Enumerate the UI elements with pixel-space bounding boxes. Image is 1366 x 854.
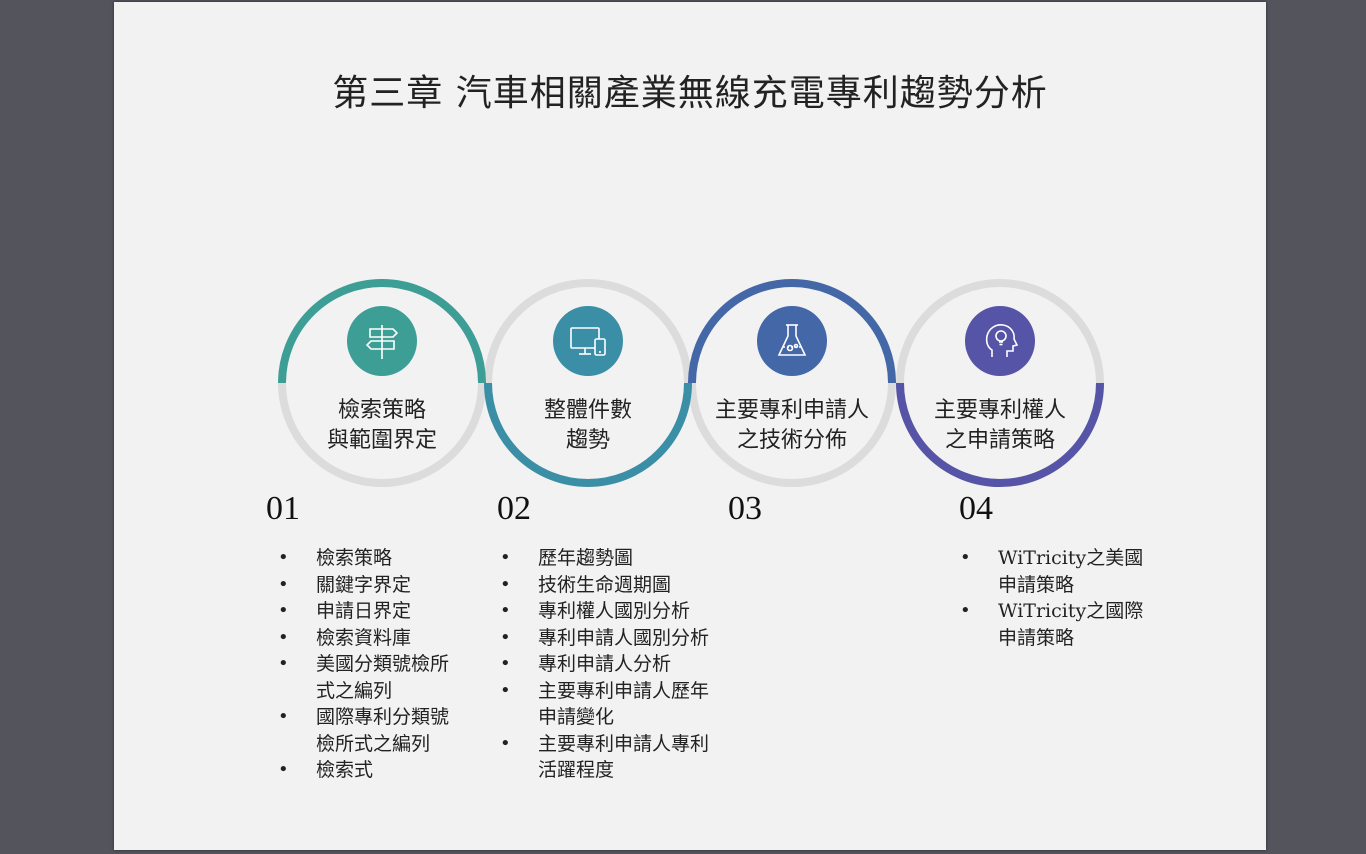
step-1-label: 檢索策略 與範圍界定 (287, 396, 477, 456)
list-item: 專利權人國別分析 (486, 598, 709, 625)
step-2-label-line2: 趨勢 (565, 428, 610, 453)
list-item: 國際專利分類號 檢所式之編列 (264, 704, 449, 757)
step-2-bullet-list: 歷年趨勢圖 技術生命週期圖 專利權人國別分析 專利申請人國別分析 專利申請人分析… (486, 545, 709, 784)
list-item: WiTricity之美國 申請策略 (946, 545, 1143, 598)
flask-icon (757, 306, 827, 376)
list-item: 檢索式 (264, 757, 449, 784)
step-2-label: 整體件數 趨勢 (493, 396, 683, 456)
step-4-bullet-list: WiTricity之美國 申請策略 WiTricity之國際 申請策略 (946, 545, 1143, 651)
list-item-line: 式之編列 (316, 679, 393, 702)
step-1-label-line1: 檢索策略 (337, 398, 426, 423)
step-4-label: 主要專利權人 之申請策略 (905, 396, 1095, 456)
list-item-line: 美國分類號檢所 (316, 653, 450, 675)
list-item: 檢索策略 (264, 545, 449, 572)
step-3-label-line1: 主要專利申請人 (714, 398, 869, 423)
list-item-line: 檢所式之編列 (316, 732, 431, 755)
list-item-line: 申請策略 (998, 626, 1075, 649)
slide-page: 第三章 汽車相關產業無線充電專利趨勢分析 檢索策略 與範圍界定 整體件數 趨勢 … (114, 2, 1266, 850)
list-item: 專利申請人分析 (486, 651, 709, 678)
list-item: 技術生命週期圖 (486, 572, 709, 599)
list-item: 歷年趨勢圖 (486, 545, 709, 572)
list-item: 關鍵字界定 (264, 572, 449, 599)
list-item: WiTricity之國際 申請策略 (946, 598, 1143, 651)
list-item-line: 申請策略 (998, 573, 1075, 596)
step-1-bullet-list: 檢索策略 關鍵字界定 申請日界定 檢索資料庫 美國分類號檢所 式之編列 國際專利… (264, 545, 449, 784)
step-2-label-line1: 整體件數 (543, 398, 632, 423)
step-3-number: 03 (728, 490, 762, 527)
step-4-label-line2: 之申請策略 (944, 428, 1055, 453)
list-item: 申請日界定 (264, 598, 449, 625)
list-item-line: 申請變化 (538, 706, 615, 728)
list-item: 主要專利申請人歷年 申請變化 (486, 678, 709, 731)
list-item: 主要專利申請人專利 活躍程度 (486, 731, 709, 784)
signpost-icon (347, 306, 417, 376)
list-item-line: 活躍程度 (538, 759, 615, 781)
step-2-number: 02 (497, 490, 531, 527)
list-item-line: 國際專利分類號 (316, 706, 450, 728)
list-item-line: 主要專利申請人歷年 (538, 679, 710, 702)
head-lightbulb-icon (965, 306, 1035, 376)
step-1-number: 01 (266, 490, 300, 527)
list-item-line: WiTricity之國際 (998, 600, 1144, 622)
list-item: 專利申請人國別分析 (486, 625, 709, 652)
step-4-label-line1: 主要專利權人 (933, 398, 1066, 423)
step-3-label: 主要專利申請人 之技術分佈 (697, 396, 887, 456)
step-3-label-line2: 之技術分佈 (736, 428, 847, 453)
monitor-phone-icon (553, 306, 623, 376)
step-1-label-line2: 與範圍界定 (326, 428, 437, 453)
step-4-number: 04 (959, 490, 993, 527)
list-item: 美國分類號檢所 式之編列 (264, 651, 449, 704)
list-item-line: 主要專利申請人專利 (538, 732, 710, 755)
list-item: 檢索資料庫 (264, 625, 449, 652)
list-item-line: WiTricity之美國 (998, 547, 1144, 569)
